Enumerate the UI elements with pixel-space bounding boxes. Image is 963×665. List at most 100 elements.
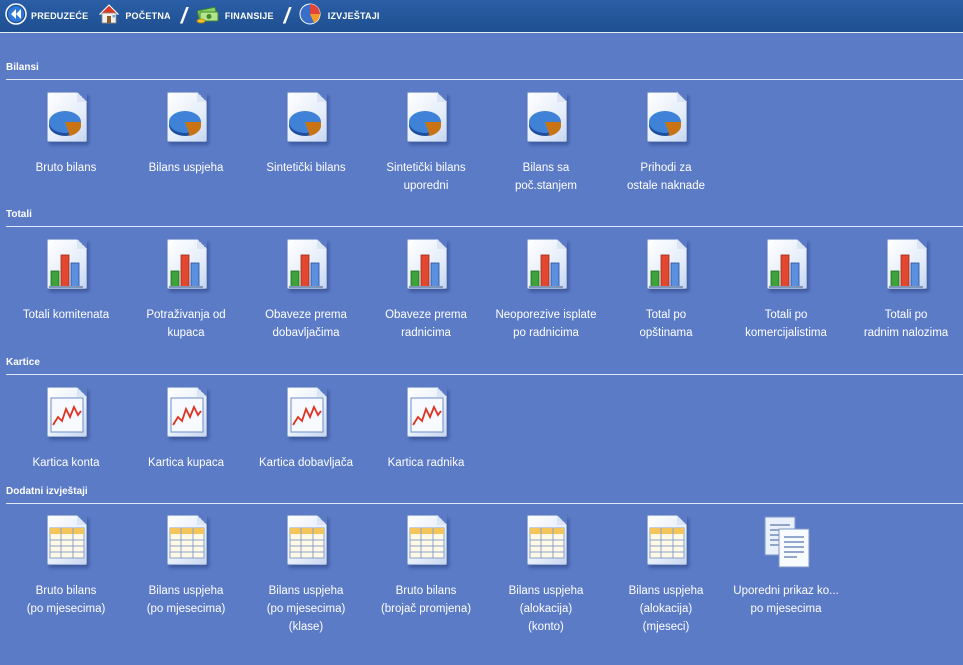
- breadcrumb-preduzece[interactable]: PREDUZEĆE: [5, 0, 88, 33]
- report-tile-label: Bilans uspjeha (alokacija) (mjeseci): [606, 582, 726, 636]
- report-tile-label: Obaveze prema radnicima: [366, 306, 486, 342]
- report-tile-label-line: Bilans uspjeha: [628, 585, 704, 597]
- bar-chart-document-icon: [521, 237, 571, 297]
- report-tile-label-line: Obaveze prema: [265, 309, 347, 321]
- report-tile-label-line: kupaca: [167, 327, 205, 339]
- bar-chart-document-icon: [761, 237, 811, 297]
- report-tile[interactable]: Obaveze prema radnicima: [366, 237, 486, 342]
- breadcrumb-finansije[interactable]: FINANSIJE: [195, 0, 274, 33]
- report-tile[interactable]: Bilans uspjeha (alokacija) (mjeseci): [606, 513, 726, 636]
- report-tile-label: Bruto bilans: [6, 159, 126, 177]
- bar-chart-document-icon: [881, 237, 931, 297]
- report-tile[interactable]: Kartica kupaca: [126, 385, 246, 472]
- report-tile-label: Bruto bilans (brojač promjena): [366, 582, 486, 618]
- report-tile[interactable]: Uporedni prikaz ko... po mjesecima: [726, 513, 846, 618]
- report-tile[interactable]: Bilans uspjeha (alokacija) (konto): [486, 513, 606, 636]
- report-tile-label-line: komercijalistima: [745, 327, 827, 339]
- report-tile[interactable]: Sintetički bilans uporedni: [366, 90, 486, 195]
- breadcrumb-label: POČETNA: [125, 11, 171, 21]
- section-title-dodatni-izvjestaji: Dodatni izvještaji: [6, 486, 88, 497]
- report-tile-label: Obaveze prema dobavljačima: [246, 306, 366, 342]
- report-tile-label-line: Kartica kupaca: [147, 457, 225, 469]
- report-tile-label: Bilans uspjeha: [126, 159, 246, 177]
- report-tile[interactable]: Bilans sa poč.stanjem: [486, 90, 606, 195]
- section-divider: [6, 226, 963, 227]
- report-tile[interactable]: Bruto bilans (po mjesecima): [6, 513, 126, 618]
- report-tile[interactable]: Prihodi za ostale naknade: [606, 90, 726, 195]
- report-tile-label-line: dobavljačima: [272, 327, 340, 339]
- report-tile-label: Bilans uspjeha (alokacija) (konto): [486, 582, 606, 636]
- report-tile[interactable]: Bruto bilans: [6, 90, 126, 177]
- report-tile-label-line: Totali po: [764, 309, 808, 321]
- report-tile-label-line: Bruto bilans: [35, 162, 97, 174]
- report-tile-label-line: Total po: [645, 309, 687, 321]
- pie-document-icon: [641, 90, 691, 150]
- report-tile-label-line: (konto): [528, 621, 564, 633]
- report-tile[interactable]: Bilans uspjeha (po mjesecima): [126, 513, 246, 618]
- breadcrumb-label: FINANSIJE: [224, 11, 274, 21]
- report-tile-label: Kartica dobavljača: [246, 454, 366, 472]
- report-tile[interactable]: Total po opštinama: [606, 237, 726, 342]
- report-tile-label: Kartica kupaca: [126, 454, 246, 472]
- report-tile[interactable]: Bilans uspjeha (po mjesecima) (klase): [246, 513, 366, 636]
- breadcrumb-separator: /: [180, 3, 187, 28]
- report-tile-label-line: poč.stanjem: [514, 180, 577, 192]
- report-tile-label-line: Kartica dobavljača: [259, 457, 353, 469]
- report-tile-label-line: Potraživanja od: [146, 309, 226, 321]
- back-icon: [5, 2, 27, 30]
- section-title-bilansi: Bilansi: [6, 62, 39, 73]
- section-divider: [6, 374, 963, 375]
- report-tile[interactable]: Totali komitenata: [6, 237, 126, 324]
- report-tile[interactable]: Sintetički bilans: [246, 90, 366, 177]
- table-document-icon: [521, 513, 571, 573]
- report-tile[interactable]: Totali po komercijalistima: [726, 237, 846, 342]
- section-title-kartice: Kartice: [6, 357, 40, 368]
- report-tile[interactable]: Obaveze prema dobavljačima: [246, 237, 366, 342]
- report-tile-label: Total po opštinama: [606, 306, 726, 342]
- report-tile[interactable]: Bilans uspjeha: [126, 90, 246, 177]
- report-tile-label-line: (brojač promjena): [380, 603, 472, 615]
- report-tile[interactable]: Bruto bilans (brojač promjena): [366, 513, 486, 618]
- report-tile[interactable]: Neoporezive isplate po radnicima: [486, 237, 606, 342]
- report-tile-label: Neoporezive isplate po radnicima: [486, 306, 606, 342]
- table-document-icon: [281, 513, 331, 573]
- report-tile-label: Totali komitenata: [6, 306, 126, 324]
- report-tile[interactable]: Kartica radnika: [366, 385, 486, 472]
- report-tile-label-line: Obaveze prema: [385, 309, 467, 321]
- money-icon: [195, 3, 221, 30]
- section-title-totali: Totali: [6, 209, 32, 220]
- breadcrumb-izvjestaji[interactable]: IZVJEŠTAJI: [298, 0, 380, 33]
- report-tile[interactable]: Totali po radnim nalozima: [846, 237, 963, 342]
- report-tile[interactable]: Kartica dobavljača: [246, 385, 366, 472]
- report-tile-label-line: Totali po: [884, 309, 928, 321]
- report-tile-label-line: Bilans uspjeha: [268, 585, 344, 597]
- bar-chart-document-icon: [281, 237, 331, 297]
- report-tile[interactable]: Kartica konta: [6, 385, 126, 472]
- line-chart-document-icon: [401, 385, 451, 445]
- report-tile-label-line: ostale naknade: [626, 180, 705, 192]
- breadcrumb-bar: PREDUZEĆE POČETNA / FINANSIJE / IZVJEŠTA…: [0, 0, 963, 33]
- report-tile-label-line: Bruto bilans: [395, 585, 457, 597]
- report-tile-label-line: radnicima: [401, 327, 451, 339]
- report-tile-label: Prihodi za ostale naknade: [606, 159, 726, 195]
- report-tile-label-line: (po mjesecima): [146, 603, 226, 615]
- report-tile-label-line: Bilans uspjeha: [148, 162, 224, 174]
- line-chart-document-icon: [41, 385, 91, 445]
- breadcrumb-pocetna[interactable]: POČETNA: [97, 0, 171, 33]
- breadcrumb-separator: /: [283, 3, 290, 28]
- report-tile-label-line: Sintetički bilans: [266, 162, 346, 174]
- pie-document-icon: [401, 90, 451, 150]
- report-tile-label: Bilans uspjeha (po mjesecima) (klase): [246, 582, 366, 636]
- home-icon: [97, 2, 121, 31]
- report-tile-label-line: (po mjesecima): [266, 603, 346, 615]
- report-tile-label: Kartica konta: [6, 454, 126, 472]
- report-tile-label-line: radnim nalozima: [863, 327, 949, 339]
- table-document-icon: [41, 513, 91, 573]
- report-tile-label: Bilans sa poč.stanjem: [486, 159, 606, 195]
- report-icon: [298, 2, 324, 31]
- report-tile-label-line: Neoporezive isplate: [495, 309, 597, 321]
- table-document-icon: [401, 513, 451, 573]
- table-document-icon: [641, 513, 691, 573]
- report-tile[interactable]: Potraživanja od kupaca: [126, 237, 246, 342]
- section-divider: [6, 503, 963, 504]
